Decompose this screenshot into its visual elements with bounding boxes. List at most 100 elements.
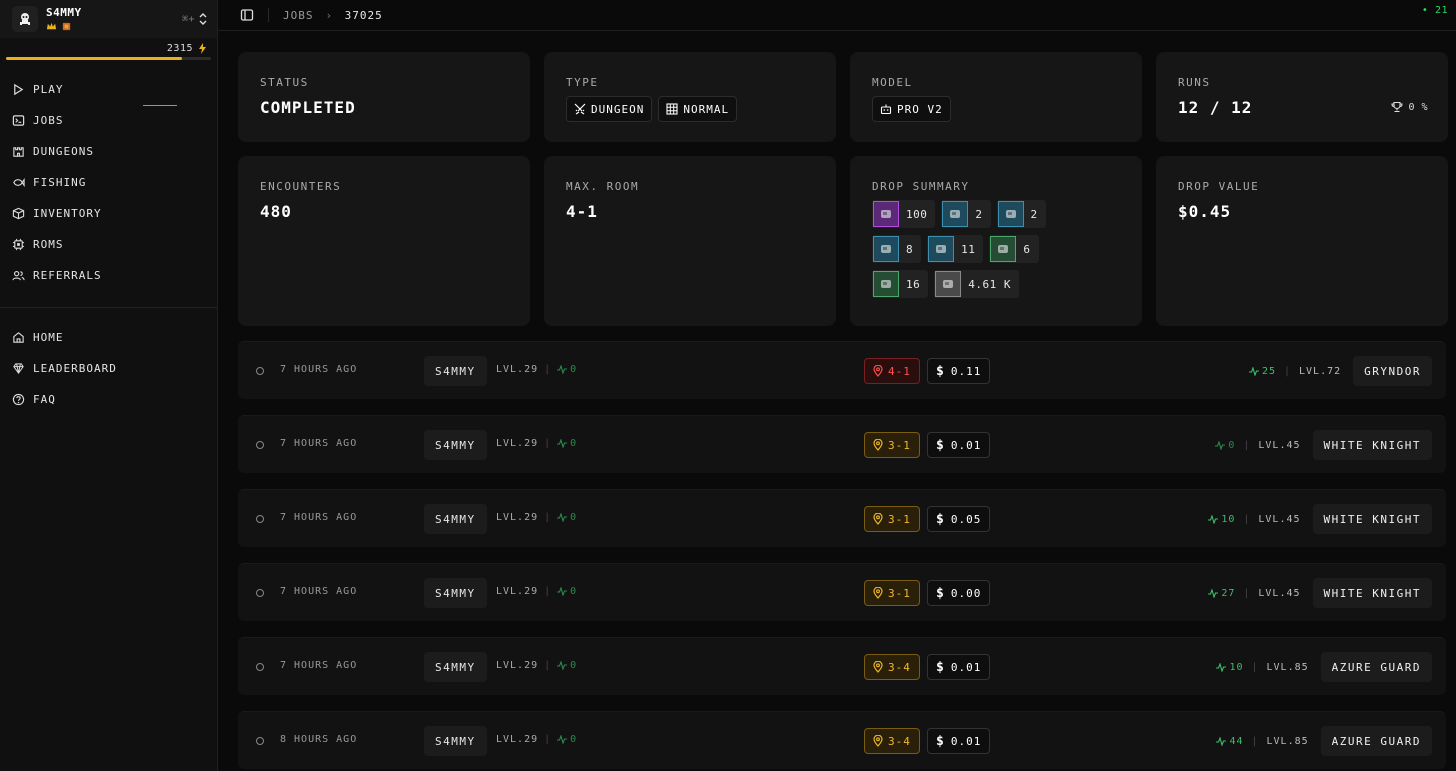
nav-leaderboard[interactable]: LEADERBOARD <box>0 353 217 384</box>
pulse-icon <box>1248 366 1259 376</box>
monster-info: 25 | LVL.72 GRYNDOR <box>1248 356 1432 386</box>
monster-info: 44 | LVL.85 AZURE GUARD <box>1216 726 1432 756</box>
secondary-nav: HOME LEADERBOARD FAQ <box>0 322 217 415</box>
monster-info: 10 | LVL.45 WHITE KNIGHT <box>1208 504 1432 534</box>
room-badge: 3-1 <box>864 432 920 458</box>
monster-pulse-value: 27 <box>1221 587 1236 599</box>
room-badge: 3-1 <box>864 580 920 606</box>
run-row[interactable]: 7 HOURS AGO S4MMY LVL.29 | 0 4-1 $0.11 25 | LVL.7… <box>238 341 1446 399</box>
card-label: ENCOUNTERS <box>260 180 342 193</box>
dollar-icon: $ <box>936 659 945 675</box>
player-pulse: 0 <box>557 734 577 745</box>
run-row[interactable]: 7 HOURS AGO S4MMY LVL.29 | 0 3-1 $0.01 0 | LVL.45… <box>238 415 1446 473</box>
sidebar-toggle-icon[interactable] <box>240 8 254 22</box>
user-switcher[interactable]: S4MMY ⌘+ <box>0 0 217 38</box>
pulse-icon <box>557 587 568 596</box>
help-icon <box>12 393 25 406</box>
monster-level-value: LVL.85 <box>1266 661 1309 673</box>
monster-name[interactable]: AZURE GUARD <box>1320 652 1432 682</box>
run-row[interactable]: 8 HOURS AGO S4MMY LVL.29 | 0 3-4 $0.01 44 | LVL.8… <box>238 711 1446 769</box>
breadcrumb-jobs[interactable]: JOBS <box>283 9 314 22</box>
run-value-amount: 0.11 <box>950 364 982 378</box>
card-label: RUNS <box>1178 76 1211 89</box>
swords-icon <box>574 103 586 115</box>
player-tag[interactable]: S4MMY <box>424 356 487 386</box>
separator: | <box>1251 735 1259 747</box>
nav-fishing[interactable]: FISHING <box>0 167 217 198</box>
nav-play[interactable]: PLAY <box>0 74 217 105</box>
run-row[interactable]: 7 HOURS AGO S4MMY LVL.29 | 0 3-4 $0.01 10 | LVL.8… <box>238 637 1446 695</box>
monster-name[interactable]: WHITE KNIGHT <box>1312 578 1432 608</box>
drop-count: 8 <box>906 242 914 256</box>
monster-name[interactable]: WHITE KNIGHT <box>1312 430 1432 460</box>
monster-pulse: 27 <box>1208 588 1235 599</box>
player-tag[interactable]: S4MMY <box>424 726 487 756</box>
location-pin-icon <box>873 587 883 599</box>
runs-value: 12 / 12 <box>1178 98 1253 117</box>
users-icon <box>12 270 25 281</box>
monster-level-value: LVL.85 <box>1266 735 1309 747</box>
monster-name[interactable]: GRYNDOR <box>1353 356 1432 386</box>
monster-pulse-value: 10 <box>1221 513 1236 525</box>
player-level-value: LVL.29 <box>496 438 539 449</box>
room-value: 3-1 <box>888 512 911 526</box>
separator: | <box>544 586 552 597</box>
monster-level: 44 | LVL.85 <box>1216 736 1308 747</box>
separator: | <box>544 734 552 745</box>
room-value: 3-4 <box>888 734 911 748</box>
monster-name[interactable]: WHITE KNIGHT <box>1312 504 1432 534</box>
run-row[interactable]: 7 HOURS AGO S4MMY LVL.29 | 0 3-1 $0.00 27 | LVL.4… <box>238 563 1446 621</box>
monster-level-value: LVL.72 <box>1299 365 1342 377</box>
nav-referrals[interactable]: REFERRALS <box>0 260 217 291</box>
pulse-icon <box>557 439 568 448</box>
drop-count: 4.61 K <box>968 277 1011 291</box>
nav-label: JOBS <box>33 114 64 127</box>
fish-icon <box>13 177 25 188</box>
robot-icon <box>880 104 892 115</box>
run-value-amount: 0.01 <box>950 734 982 748</box>
nav-inventory[interactable]: INVENTORY <box>0 198 217 229</box>
player-tag[interactable]: S4MMY <box>424 652 487 682</box>
encounters-card: ENCOUNTERS 480 <box>238 156 530 326</box>
run-value: $0.01 <box>927 654 991 680</box>
nav-jobs[interactable]: JOBS <box>0 105 217 136</box>
monster-name[interactable]: AZURE GUARD <box>1320 726 1432 756</box>
drop-list: 100 2 2 8 11 6 16 4.61 K <box>872 200 1132 305</box>
dollar-icon: $ <box>936 437 945 453</box>
pulse-icon <box>1208 588 1219 598</box>
player-pulse-value: 0 <box>570 364 578 375</box>
nav-faq[interactable]: FAQ <box>0 384 217 415</box>
drop-item: 2 <box>996 200 1046 228</box>
player-tag[interactable]: S4MMY <box>424 578 487 608</box>
drop-count: 2 <box>975 207 983 221</box>
potion-icon <box>928 236 955 262</box>
run-value: $0.05 <box>927 506 991 532</box>
status-card: STATUS COMPLETED <box>238 52 530 142</box>
username: S4MMY <box>46 6 82 19</box>
main-content: JOBS › 37025 • 21 STATUS COMPLETED TYPE … <box>218 0 1456 771</box>
chevron-updown-icon <box>199 13 207 25</box>
nav-home[interactable]: HOME <box>0 322 217 353</box>
pulse-icon <box>557 513 568 522</box>
monster-pulse: 0 <box>1215 440 1235 451</box>
monster-pulse-value: 0 <box>1228 439 1236 451</box>
player-tag[interactable]: S4MMY <box>424 504 487 534</box>
nav-label: PLAY <box>33 83 64 96</box>
separator: | <box>1251 661 1259 673</box>
player-tag[interactable]: S4MMY <box>424 430 487 460</box>
type-card: TYPE DUNGEON NORMAL <box>544 52 836 142</box>
separator: | <box>1243 513 1251 525</box>
run-value: $0.01 <box>927 728 991 754</box>
lightning-icon <box>199 43 206 54</box>
nav-label: FISHING <box>33 176 87 189</box>
monster-level-value: LVL.45 <box>1258 513 1301 525</box>
monster-info: 0 | LVL.45 WHITE KNIGHT <box>1215 430 1432 460</box>
separator: | <box>1243 587 1251 599</box>
monster-level: 25 | LVL.72 <box>1248 365 1342 377</box>
dollar-icon: $ <box>936 733 945 749</box>
room-badge: 4-1 <box>864 358 920 384</box>
chip-icon <box>12 238 25 251</box>
run-row[interactable]: 7 HOURS AGO S4MMY LVL.29 | 0 3-1 $0.05 10 | LVL.4… <box>238 489 1446 547</box>
nav-roms[interactable]: ROMS <box>0 229 217 260</box>
nav-dungeons[interactable]: DUNGEONS <box>0 136 217 167</box>
